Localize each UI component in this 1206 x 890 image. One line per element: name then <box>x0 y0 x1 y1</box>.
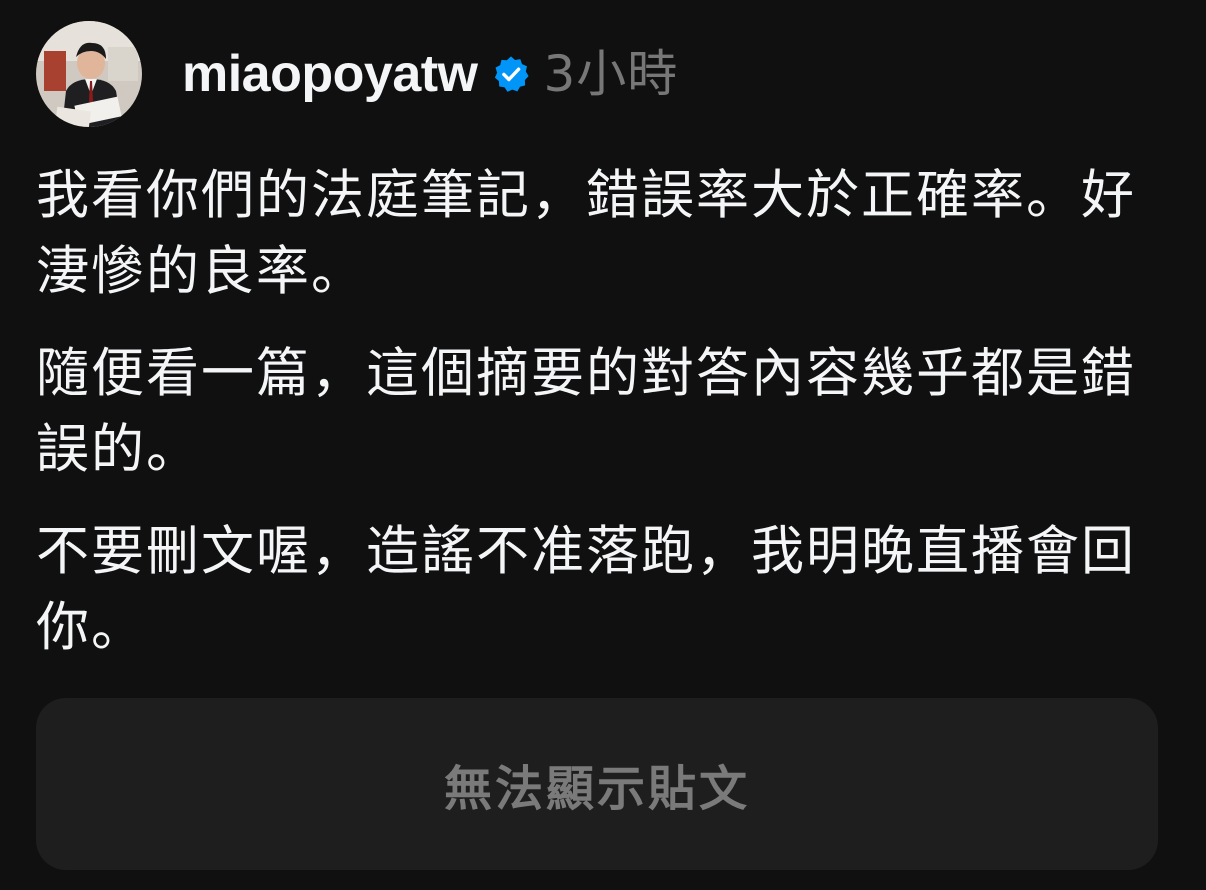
thread-post: miaopoyatw 3小時 我看你們的法庭筆記，錯誤率大於正確率。好淒慘的良率… <box>0 0 1206 890</box>
post-paragraph: 不要刪文喔，造謠不准落跑，我明晚直播會回你。 <box>36 521 1136 658</box>
username[interactable]: miaopoyatw <box>182 48 478 100</box>
post-paragraph: 我看你們的法庭筆記，錯誤率大於正確率。好淒慘的良率。 <box>36 165 1136 302</box>
avatar-photo <box>36 21 142 127</box>
post-body: 我看你們的法庭筆記，錯誤率大於正確率。好淒慘的良率。 隨便看一篇，這個摘要的對答… <box>36 158 1170 692</box>
post-header: miaopoyatw 3小時 <box>36 20 678 128</box>
verified-badge-icon <box>492 55 530 93</box>
post-timestamp[interactable]: 3小時 <box>544 49 679 99</box>
avatar[interactable] <box>36 21 142 127</box>
embedded-post-unavailable[interactable]: 無法顯示貼文 <box>36 698 1158 870</box>
post-paragraph: 隨便看一篇，這個摘要的對答內容幾乎都是錯誤的。 <box>36 343 1136 480</box>
unavailable-post-message: 無法顯示貼文 <box>443 761 750 817</box>
